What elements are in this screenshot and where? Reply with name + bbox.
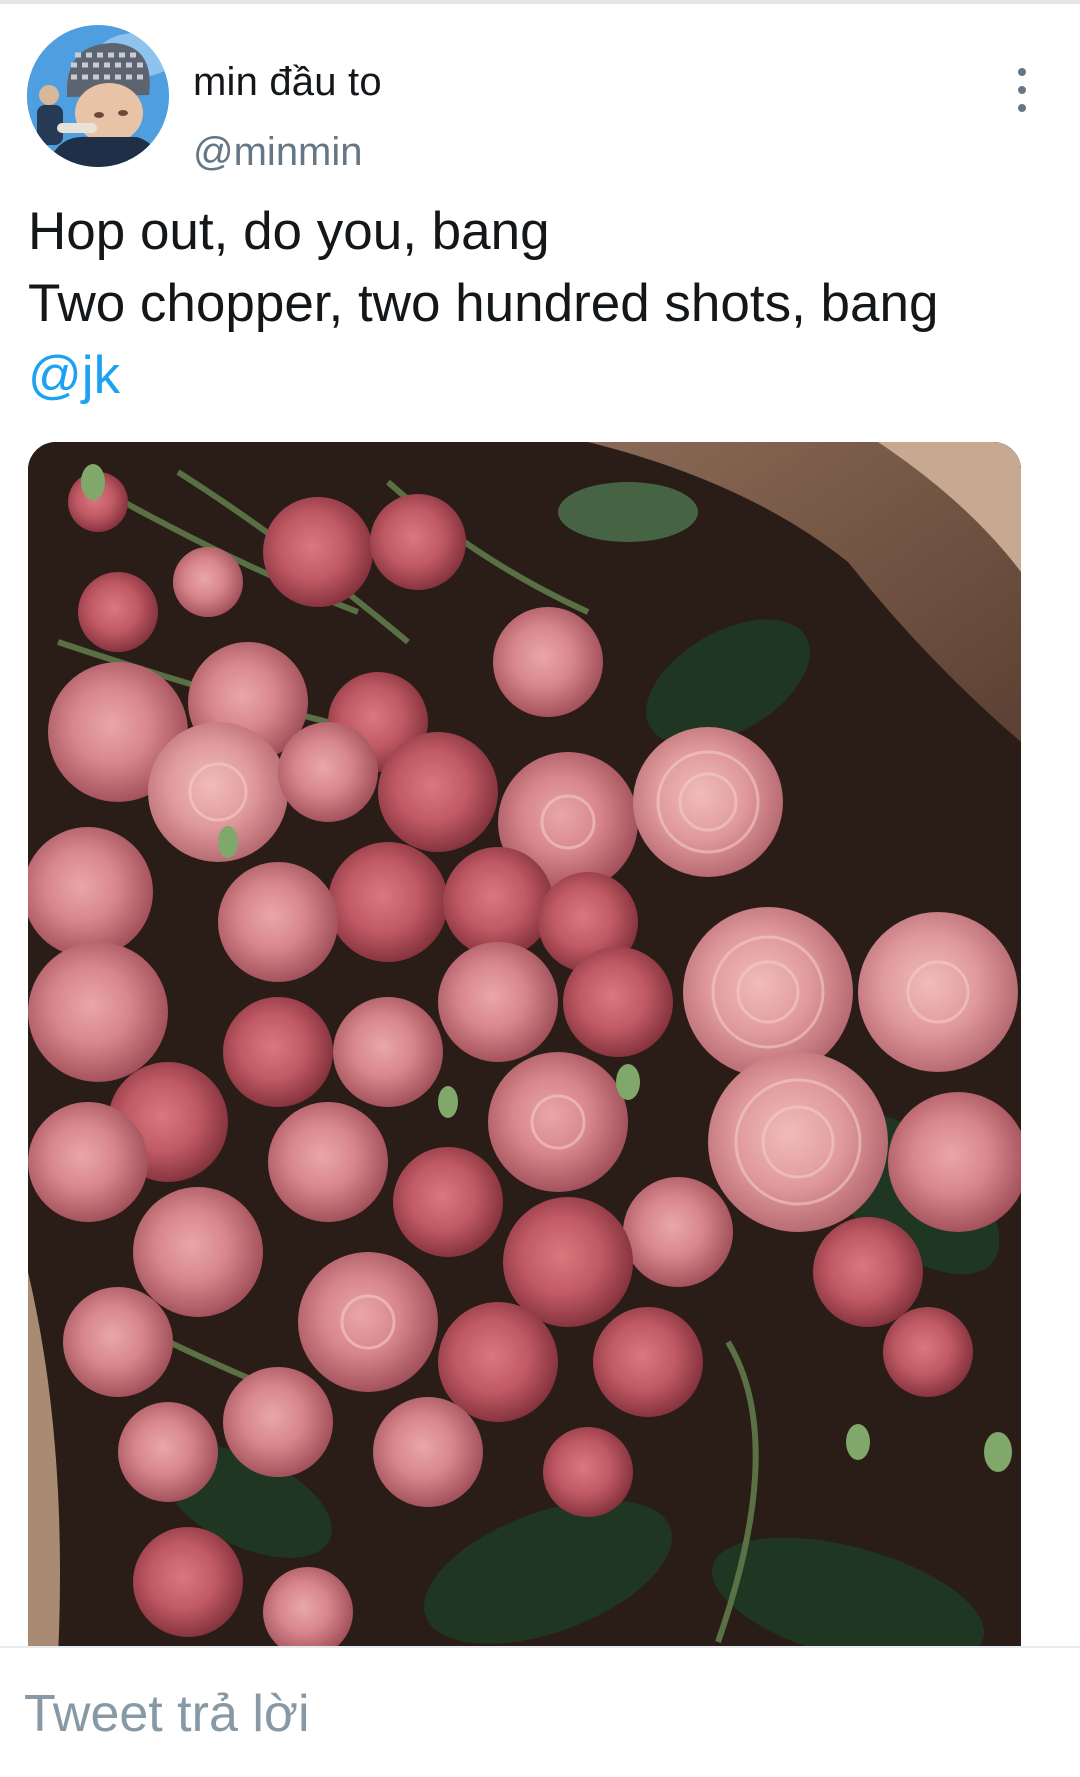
reply-input[interactable] (22, 1678, 1026, 1750)
author-display-name[interactable]: min đầu to (193, 60, 382, 105)
tweet-photo[interactable] (28, 442, 1021, 1657)
more-dot (1018, 68, 1026, 76)
tweet-line: Hop out, do you, bang (28, 202, 550, 261)
tweet-header: min đầu to @minmin (0, 20, 1080, 174)
more-dot (1018, 86, 1026, 94)
user-avatar[interactable] (27, 25, 169, 167)
more-options-icon[interactable] (1006, 68, 1038, 112)
reply-bar (0, 1648, 1080, 1777)
tweet-line: Two chopper, two hundred shots, bang (28, 274, 939, 333)
more-dot (1018, 104, 1026, 112)
roses-bouquet-image (28, 442, 1021, 1657)
author-handle[interactable]: @minmin (193, 130, 363, 175)
mention-link[interactable]: @jk (28, 340, 1048, 412)
top-divider (0, 0, 1080, 4)
tweet-body: Hop out, do you, bang Two chopper, two h… (28, 196, 1048, 412)
avatar-image (27, 25, 169, 167)
